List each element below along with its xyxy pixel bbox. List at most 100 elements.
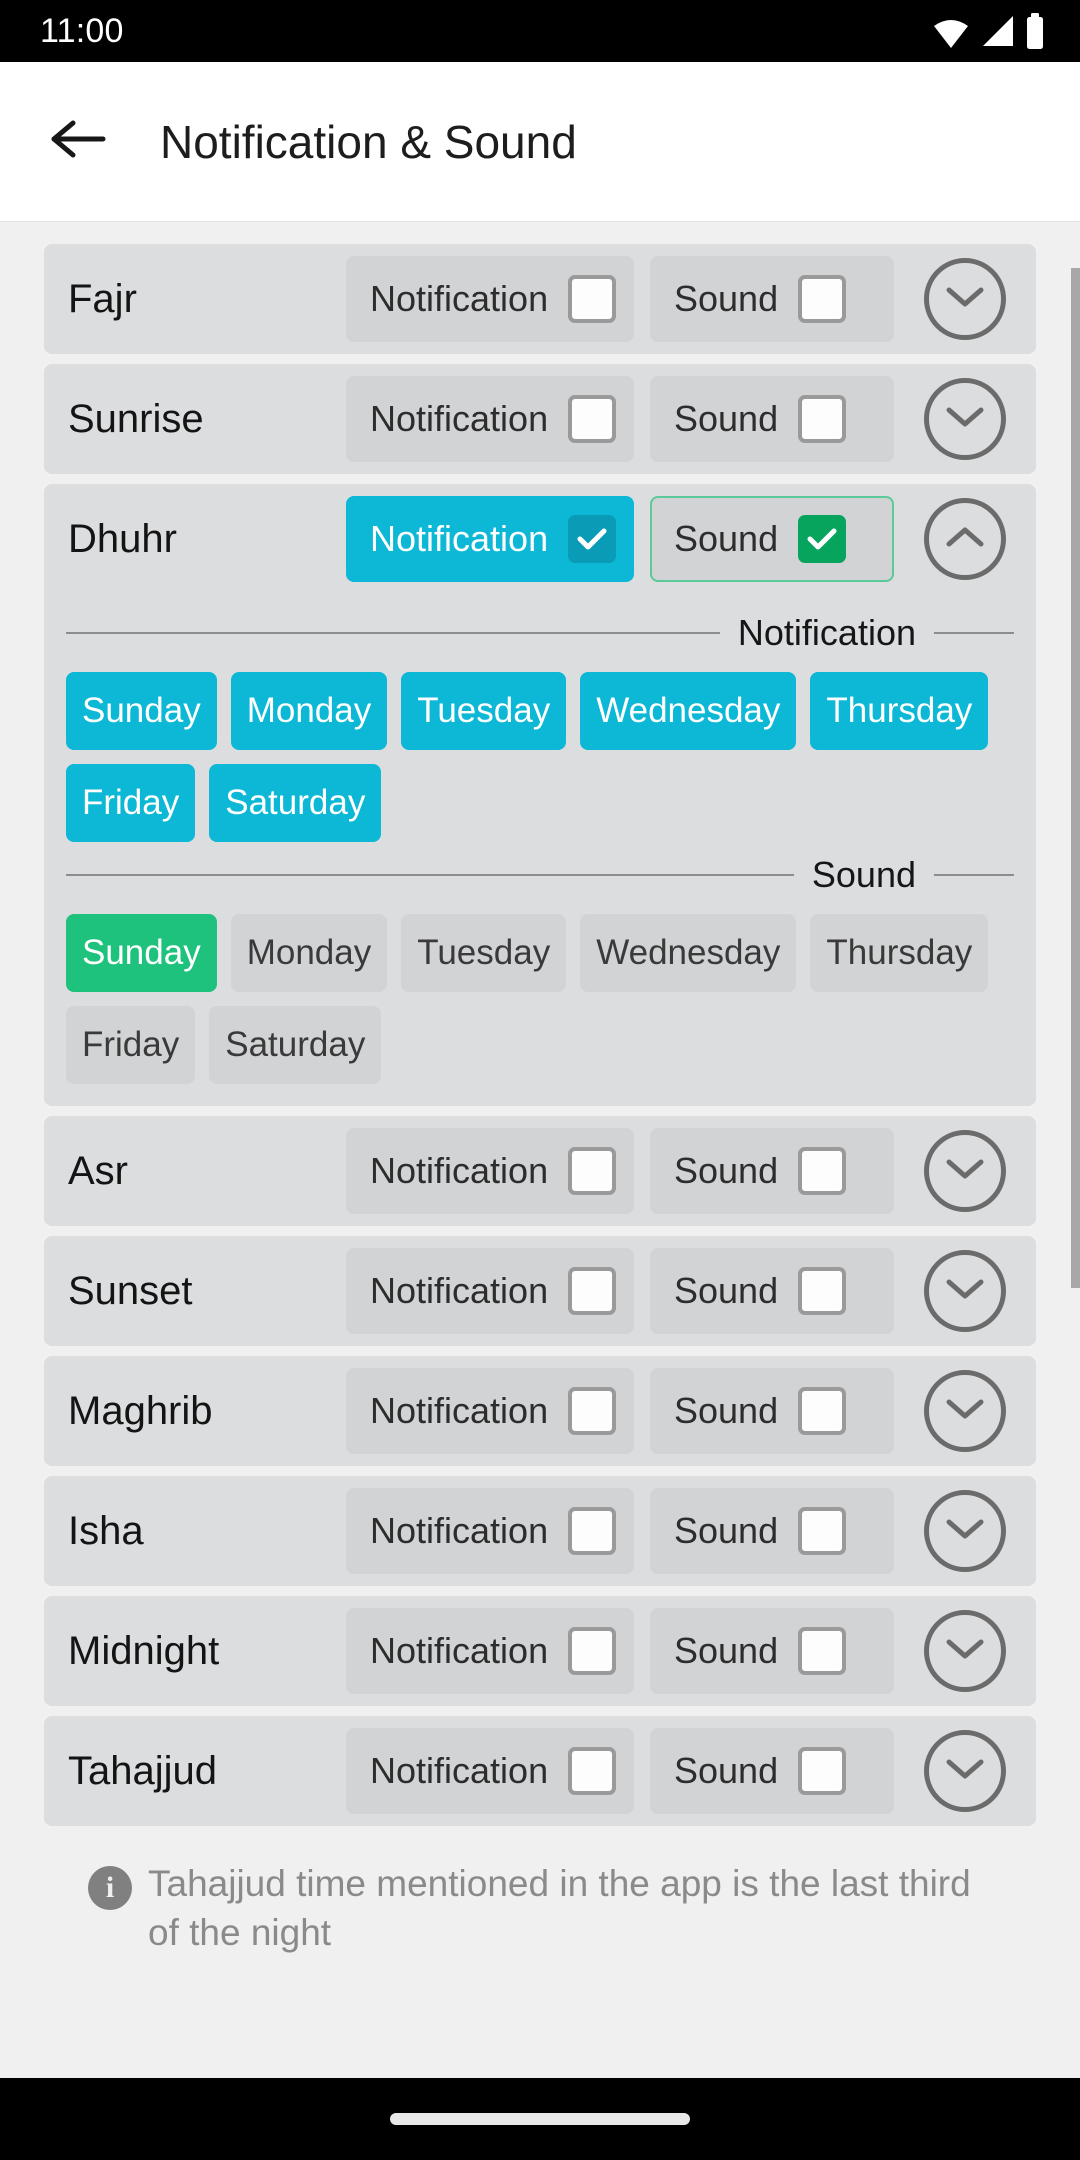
sound-toggle[interactable]: Sound [650,1368,894,1454]
sound-checkbox[interactable] [798,1387,847,1435]
scrollbar-thumb[interactable] [1071,268,1080,1288]
divider-line-right [934,632,1014,634]
sound-label: Sound [674,398,779,439]
sound-checkbox[interactable] [798,1747,847,1795]
sound-toggle[interactable]: Sound [650,1128,894,1214]
collapse-button[interactable] [924,498,1006,580]
notification-checkbox[interactable] [568,1747,617,1795]
notification-toggle[interactable]: Notification [346,1368,634,1454]
expand-button[interactable] [924,1130,1006,1212]
prayer-name: Sunset [68,1268,193,1313]
prayer-row[interactable]: Sunset Notification Sound [44,1236,1036,1346]
scrollbar-track[interactable] [1071,222,1080,2078]
back-button[interactable] [42,106,114,178]
expand-button[interactable] [924,1730,1006,1812]
notification-day-chip[interactable]: Sunday [66,672,217,750]
prayer-list: Fajr Notification Sound Sunrise Notifica… [0,244,1080,1958]
expand-button[interactable] [924,258,1006,340]
notification-checkbox[interactable] [568,1627,617,1675]
sound-day-chip[interactable]: Sunday [66,914,217,992]
notification-day-chip[interactable]: Monday [230,672,388,750]
dhuhr-expanded-panel: Notification Sunday Monday Tuesday Wedne… [44,594,1036,1106]
section-title: Sound [811,854,916,895]
sound-day-chip[interactable]: Tuesday [401,914,567,992]
expand-button[interactable] [924,1610,1006,1692]
notification-section-header: Notification [66,612,1014,654]
expand-button[interactable] [924,1250,1006,1332]
prayer-name: Fajr [68,276,137,321]
expand-button[interactable] [924,1490,1006,1572]
chevron-down-icon [944,1756,986,1787]
notification-checkbox[interactable] [568,1267,617,1315]
sound-checkbox[interactable] [798,395,847,443]
prayer-row[interactable]: Sunrise Notification Sound [44,364,1036,474]
notification-toggle[interactable]: Notification [346,1608,634,1694]
sound-toggle[interactable]: Sound [650,376,894,462]
page-title: Notification & Sound [160,115,577,168]
prayer-row[interactable]: Maghrib Notification Sound [44,1356,1036,1466]
notification-day-chip[interactable]: Wednesday [580,672,797,750]
prayer-row[interactable]: Dhuhr Notification Sound [44,484,1036,594]
sound-toggle[interactable]: Sound [650,1608,894,1694]
status-icon-group [932,13,1046,49]
sound-checkbox[interactable] [798,1267,847,1315]
notification-toggle[interactable]: Notification [346,1488,634,1574]
sound-label: Sound [674,1510,779,1551]
prayer-row[interactable]: Midnight Notification Sound [44,1596,1036,1706]
sound-day-chip[interactable]: Monday [230,914,388,992]
notification-checkbox[interactable] [568,395,617,443]
prayer-row[interactable]: Tahajjud Notification Sound [44,1716,1036,1826]
sound-toggle[interactable]: Sound [650,1488,894,1574]
sound-day-chip[interactable]: Thursday [810,914,989,992]
info-note-text: Tahajjud time mentioned in the app is th… [148,1863,971,1953]
notification-label: Notification [370,1750,549,1791]
notification-toggle[interactable]: Notification [346,376,634,462]
notification-day-chip[interactable]: Saturday [209,764,382,842]
chevron-down-icon [944,1636,986,1667]
settings-scroll-area[interactable]: Fajr Notification Sound Sunrise Notifica… [0,222,1080,2078]
notification-checkbox[interactable] [568,1507,617,1555]
divider-line-left [66,874,794,876]
expand-button[interactable] [924,378,1006,460]
notification-checkbox[interactable] [568,1387,617,1435]
sound-day-grid: Sunday Monday Tuesday Wednesday Thursday… [66,914,1014,1084]
sound-toggle[interactable]: Sound [650,1248,894,1334]
home-indicator[interactable] [390,2113,690,2125]
sound-checkbox[interactable] [798,515,847,563]
sound-day-chip[interactable]: Wednesday [580,914,797,992]
sound-label: Sound [674,1390,779,1431]
notification-toggle[interactable]: Notification [346,496,634,582]
notification-toggle[interactable]: Notification [346,1248,634,1334]
divider-line-left [66,632,720,634]
notification-checkbox[interactable] [568,275,617,323]
cellular-signal-icon [979,14,1015,48]
expand-button[interactable] [924,1370,1006,1452]
notification-day-chip[interactable]: Thursday [810,672,989,750]
sound-checkbox[interactable] [798,1627,847,1675]
sound-toggle[interactable]: Sound [650,496,894,582]
notification-day-chip[interactable]: Tuesday [401,672,567,750]
back-arrow-icon [49,117,107,166]
prayer-row[interactable]: Asr Notification Sound [44,1116,1036,1226]
prayer-row[interactable]: Isha Notification Sound [44,1476,1036,1586]
notification-checkbox[interactable] [568,515,617,563]
prayer-row[interactable]: Fajr Notification Sound [44,244,1036,354]
system-navigation-bar [0,2078,1080,2160]
chevron-down-icon [944,1156,986,1187]
phone-screen: 11:00 Notification & Sound Fajr Notifica… [0,0,1080,2160]
notification-toggle[interactable]: Notification [346,1128,634,1214]
notification-day-chip[interactable]: Friday [66,764,196,842]
sound-day-chip[interactable]: Friday [66,1006,196,1084]
sound-toggle[interactable]: Sound [650,256,894,342]
prayer-name: Maghrib [68,1388,213,1433]
sound-checkbox[interactable] [798,1147,847,1195]
notification-checkbox[interactable] [568,1147,617,1195]
sound-day-chip[interactable]: Saturday [209,1006,382,1084]
notification-label: Notification [370,1630,549,1671]
notification-toggle[interactable]: Notification [346,1728,634,1814]
tahajjud-info-note: i Tahajjud time mentioned in the app is … [44,1836,1036,1958]
notification-toggle[interactable]: Notification [346,256,634,342]
sound-checkbox[interactable] [798,275,847,323]
sound-toggle[interactable]: Sound [650,1728,894,1814]
sound-checkbox[interactable] [798,1507,847,1555]
